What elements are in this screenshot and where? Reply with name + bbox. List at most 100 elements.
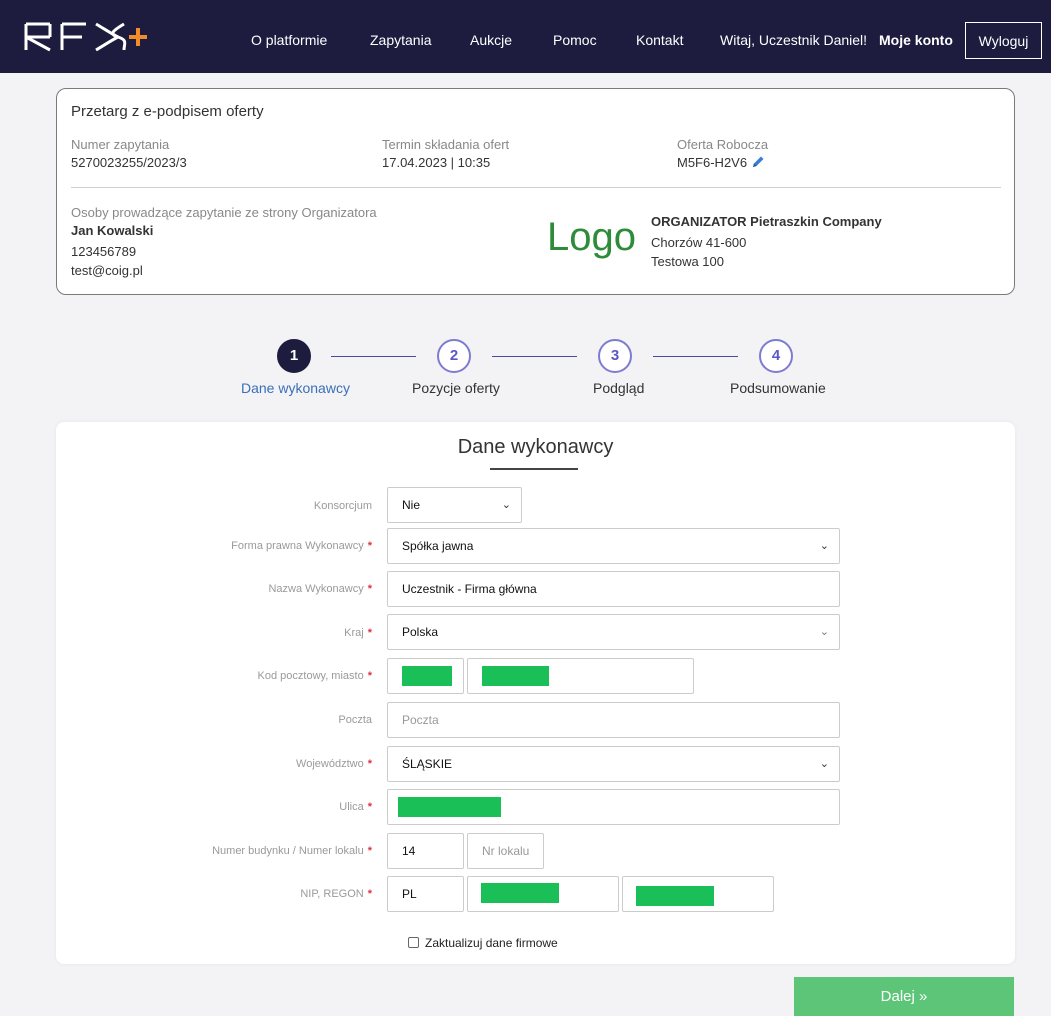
building-number-input[interactable]: 14 [387, 833, 464, 869]
required-mark: * [367, 627, 372, 639]
step-2-label[interactable]: Pozycje oferty [412, 380, 500, 396]
step-connector [653, 356, 738, 357]
request-number-label: Numer zapytania [71, 137, 170, 152]
nazwa-input[interactable]: Uczestnik - Firma główna [387, 571, 840, 607]
forma-value: Spółka jawna [402, 539, 474, 553]
nip-label-text: NIP, REGON [300, 888, 364, 900]
woj-label-text: Województwo [296, 758, 364, 770]
step-connector [331, 356, 416, 357]
organizer-city: Chorzów 41-600 [651, 235, 747, 250]
required-mark: * [367, 583, 372, 595]
poczta-input[interactable]: Poczta [387, 702, 840, 738]
chevron-down-icon: ⌄ [819, 758, 829, 770]
step-4-label[interactable]: Podsumowanie [730, 380, 826, 396]
next-button[interactable]: Dalej » [794, 977, 1014, 1016]
forma-label-text: Forma prawna Wykonawcy [231, 540, 364, 552]
step-4-circle[interactable]: 4 [759, 339, 793, 373]
form-title: Dane wykonawcy [457, 436, 614, 458]
contractor-form-card: Dane wykonawcy Konsorcjum Nie ⌄ Forma pr… [56, 422, 1015, 964]
logout-button[interactable]: Wyloguj [965, 22, 1042, 59]
nip-prefix-input[interactable]: PL [387, 876, 464, 912]
kraj-label-text: Kraj [344, 627, 364, 639]
chevron-down-icon: ⌄ [501, 499, 511, 511]
forma-label: Forma prawna Wykonawcy * [231, 540, 372, 552]
redacted-block [636, 886, 714, 906]
required-mark: * [367, 888, 372, 900]
postal-code-input[interactable] [387, 658, 464, 694]
konsorcjum-value: Nie [402, 498, 421, 512]
organizer-logo: Logo [547, 215, 636, 259]
tender-info-card: Przetarg z e-podpisem oferty Numer zapyt… [56, 88, 1015, 295]
required-mark: * [367, 670, 372, 682]
konsorcjum-select[interactable]: Nie ⌄ [387, 487, 522, 523]
ulica-input[interactable] [387, 789, 840, 825]
required-mark: * [367, 801, 372, 813]
nav-pomoc[interactable]: Pomoc [553, 32, 597, 48]
step-2-circle[interactable]: 2 [437, 339, 471, 373]
pencil-edit-icon[interactable] [751, 155, 765, 172]
konsorcjum-label: Konsorcjum [313, 500, 372, 512]
nip-input[interactable] [467, 876, 619, 912]
numer-label-text: Numer budynku / Numer lokalu [212, 845, 364, 857]
nazwa-label-text: Nazwa Wykonawcy [268, 583, 364, 595]
poczta-label: Poczta [338, 714, 372, 726]
forma-select[interactable]: Spółka jawna ⌄ [387, 528, 840, 564]
regon-input[interactable] [622, 876, 774, 912]
redacted-block [398, 797, 501, 817]
woj-label: Województwo * [296, 758, 372, 770]
chevron-down-icon: ⌄ [819, 626, 829, 638]
kraj-select[interactable]: Polska ⌄ [387, 614, 840, 650]
ulica-label-text: Ulica [339, 801, 364, 813]
redacted-block [482, 666, 549, 686]
woj-value: ŚLĄSKIE [402, 757, 453, 771]
info-divider [71, 187, 1001, 188]
top-navbar: O platformie Zapytania Aukcje Pomoc Kont… [0, 0, 1051, 73]
tender-title: Przetarg z e-podpisem oferty [71, 103, 264, 120]
draft-offer-value: M5F6-H2V6 [677, 155, 765, 172]
city-input[interactable] [467, 658, 694, 694]
organizer-name: ORGANIZATOR Pietraszkin Company [651, 214, 882, 229]
update-company-data-checkbox[interactable] [408, 937, 419, 948]
redacted-block [402, 666, 452, 686]
step-1-label[interactable]: Dane wykonawcy [241, 380, 350, 396]
update-company-data-row[interactable]: Zaktualizuj dane firmowe [408, 936, 558, 950]
greeting-text: Witaj, Uczestnik Daniel! [720, 32, 868, 48]
poczta-placeholder: Poczta [402, 713, 439, 727]
apartment-number-input[interactable]: Nr lokalu [467, 833, 544, 869]
contact-name: Jan Kowalski [71, 223, 154, 238]
nav-aukcje[interactable]: Aukcje [470, 32, 512, 48]
contact-phone: 123456789 [71, 244, 137, 259]
ulica-label: Ulica * [339, 801, 372, 813]
step-3-label[interactable]: Podgląd [593, 380, 644, 396]
nav-zapytania[interactable]: Zapytania [370, 32, 431, 48]
numer-label: Numer budynku / Numer lokalu * [212, 845, 372, 857]
contacts-label: Osoby prowadzące zapytanie ze strony Org… [71, 205, 377, 220]
required-mark: * [367, 540, 372, 552]
deadline-value: 17.04.2023 | 10:35 [382, 155, 491, 170]
nav-o-platformie[interactable]: O platformie [251, 32, 327, 48]
step-connector [492, 356, 577, 357]
step-3-circle[interactable]: 3 [598, 339, 632, 373]
nip-prefix-value: PL [402, 887, 417, 901]
update-company-data-label[interactable]: Zaktualizuj dane firmowe [425, 936, 558, 950]
apartment-number-placeholder: Nr lokalu [482, 844, 530, 858]
draft-offer-label: Oferta Robocza [677, 137, 769, 152]
rfx-logo[interactable] [24, 20, 152, 54]
my-account-link[interactable]: Moje konto [879, 32, 953, 48]
nav-kontakt[interactable]: Kontakt [636, 32, 683, 48]
kraj-value: Polska [402, 625, 439, 639]
deadline-label: Termin składania ofert [382, 137, 510, 152]
kod-label: Kod pocztowy, miasto * [258, 670, 372, 682]
building-number-value: 14 [402, 844, 416, 858]
contact-email: test@coig.pl [71, 263, 143, 278]
woj-select[interactable]: ŚLĄSKIE ⌄ [387, 746, 840, 782]
nazwa-label: Nazwa Wykonawcy * [268, 583, 372, 595]
kraj-label: Kraj * [344, 627, 372, 639]
required-mark: * [367, 845, 372, 857]
nip-label: NIP, REGON * [300, 888, 372, 900]
step-1-circle[interactable]: 1 [277, 339, 311, 373]
kod-label-text: Kod pocztowy, miasto [257, 670, 364, 682]
request-number-value: 5270023255/2023/3 [71, 155, 187, 170]
organizer-street: Testowa 100 [651, 254, 724, 269]
required-mark: * [367, 758, 372, 770]
